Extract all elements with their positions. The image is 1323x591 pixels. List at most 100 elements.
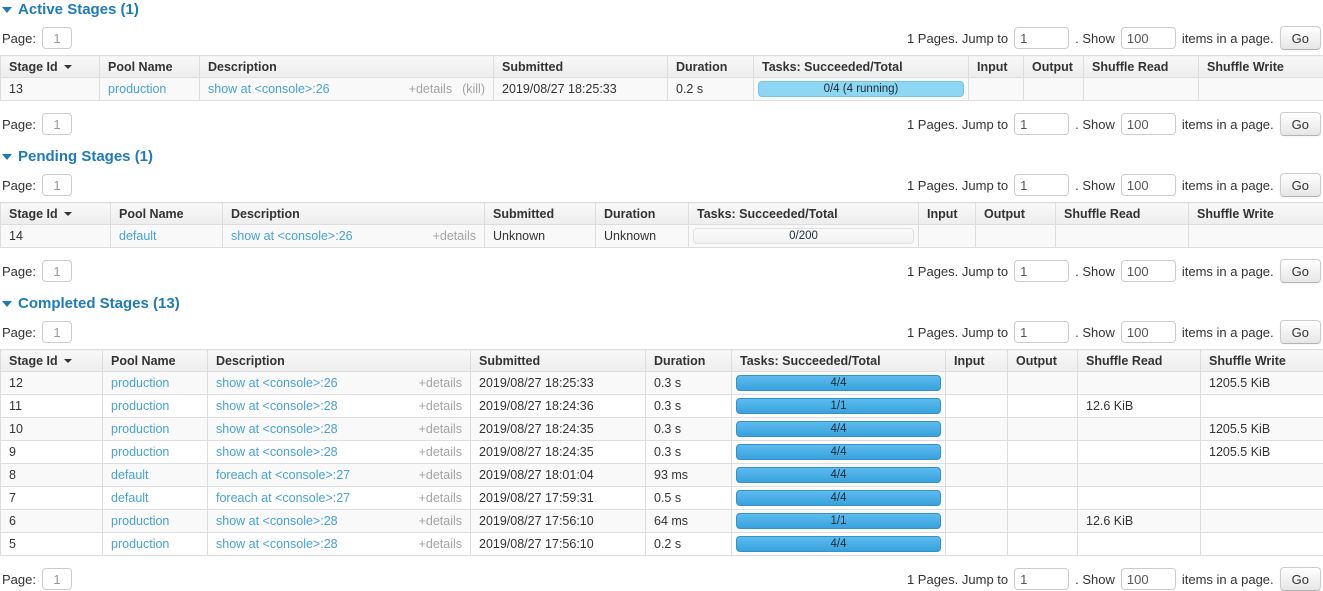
column-header-duration[interactable]: Duration bbox=[668, 56, 754, 78]
column-header-stage-id[interactable]: Stage Id bbox=[1, 203, 111, 225]
pool-name-link[interactable]: default bbox=[111, 468, 149, 482]
page-number-input[interactable] bbox=[42, 321, 72, 343]
page-number-input[interactable] bbox=[42, 174, 72, 196]
column-header-shuffle-read[interactable]: Shuffle Read bbox=[1056, 203, 1189, 225]
go-button[interactable]: Go bbox=[1280, 26, 1321, 50]
pool-name-link[interactable]: production bbox=[111, 399, 169, 413]
pool-name-link[interactable]: production bbox=[111, 537, 169, 551]
kill-link[interactable]: (kill) bbox=[462, 82, 485, 96]
column-header-shuffle-write[interactable]: Shuffle Write bbox=[1189, 203, 1323, 225]
go-button[interactable]: Go bbox=[1280, 173, 1321, 197]
pool-name-link[interactable]: default bbox=[119, 229, 157, 243]
items-per-page-input[interactable] bbox=[1121, 113, 1176, 135]
column-header-pool-name[interactable]: Pool Name bbox=[100, 56, 200, 78]
section-title-completed-stages[interactable]: Completed Stages (13) bbox=[2, 295, 1323, 312]
items-per-page-input[interactable] bbox=[1121, 260, 1176, 282]
column-header-pool-name[interactable]: Pool Name bbox=[103, 350, 208, 372]
items-per-page-input[interactable] bbox=[1121, 321, 1176, 343]
section-title-pending-stages[interactable]: Pending Stages (1) bbox=[2, 148, 1323, 165]
stage-description-link[interactable]: show at <console>:28 bbox=[216, 537, 409, 551]
column-header-shuffle-read[interactable]: Shuffle Read bbox=[1084, 56, 1199, 78]
details-toggle[interactable]: +details bbox=[419, 376, 462, 390]
items-per-page-input[interactable] bbox=[1121, 174, 1176, 196]
page-selector: Page: bbox=[2, 568, 72, 590]
column-header-stage-id[interactable]: Stage Id bbox=[1, 56, 100, 78]
page-number-input[interactable] bbox=[42, 27, 72, 49]
column-header-tasks[interactable]: Tasks: Succeeded/Total bbox=[754, 56, 969, 78]
column-header-shuffle-write[interactable]: Shuffle Write bbox=[1199, 56, 1323, 78]
stage-row: 10productionshow at <console>:28+details… bbox=[1, 418, 1323, 441]
cell-submitted: 2019/08/27 18:24:36 bbox=[471, 395, 646, 418]
stage-description-link[interactable]: show at <console>:26 bbox=[208, 82, 399, 96]
column-header-stage-id[interactable]: Stage Id bbox=[1, 350, 103, 372]
column-header-input[interactable]: Input bbox=[946, 350, 1008, 372]
cell-stage-id: 13 bbox=[1, 78, 100, 101]
jump-to-page-input[interactable] bbox=[1014, 113, 1069, 135]
details-toggle[interactable]: +details bbox=[433, 229, 476, 243]
jump-to-page-input[interactable] bbox=[1014, 568, 1069, 590]
jump-to-page-input[interactable] bbox=[1014, 321, 1069, 343]
column-header-shuffle-read[interactable]: Shuffle Read bbox=[1078, 350, 1201, 372]
stage-description-link[interactable]: show at <console>:28 bbox=[216, 422, 409, 436]
column-header-shuffle-write[interactable]: Shuffle Write bbox=[1201, 350, 1323, 372]
stage-description-link[interactable]: show at <console>:28 bbox=[216, 399, 409, 413]
column-header-submitted[interactable]: Submitted bbox=[494, 56, 668, 78]
column-header-description[interactable]: Description bbox=[208, 350, 471, 372]
items-per-page-input[interactable] bbox=[1121, 27, 1176, 49]
column-header-tasks[interactable]: Tasks: Succeeded/Total bbox=[732, 350, 946, 372]
stage-description-link[interactable]: foreach at <console>:27 bbox=[216, 491, 409, 505]
jump-to-page-input[interactable] bbox=[1014, 260, 1069, 282]
cell-submitted: Unknown bbox=[485, 225, 596, 248]
cell-submitted: 2019/08/27 18:01:04 bbox=[471, 464, 646, 487]
section-title-active-stages[interactable]: Active Stages (1) bbox=[2, 1, 1323, 18]
column-header-tasks[interactable]: Tasks: Succeeded/Total bbox=[689, 203, 919, 225]
column-header-input[interactable]: Input bbox=[919, 203, 976, 225]
pool-name-link[interactable]: production bbox=[111, 376, 169, 390]
column-header-output[interactable]: Output bbox=[976, 203, 1056, 225]
column-header-pool-name[interactable]: Pool Name bbox=[111, 203, 223, 225]
tasks-progress-bar: 4/4 bbox=[736, 444, 941, 460]
column-header-output[interactable]: Output bbox=[1008, 350, 1078, 372]
details-toggle[interactable]: +details bbox=[409, 82, 452, 96]
pool-name-link[interactable]: production bbox=[111, 445, 169, 459]
stage-description-link[interactable]: foreach at <console>:27 bbox=[216, 468, 409, 482]
column-header-description[interactable]: Description bbox=[223, 203, 485, 225]
details-toggle[interactable]: +details bbox=[419, 491, 462, 505]
cell-duration: 0.3 s bbox=[646, 372, 732, 395]
details-toggle[interactable]: +details bbox=[419, 422, 462, 436]
cell-duration: 0.5 s bbox=[646, 487, 732, 510]
stage-description-link[interactable]: show at <console>:28 bbox=[216, 445, 409, 459]
pool-name-link[interactable]: production bbox=[108, 82, 166, 96]
items-per-page-input[interactable] bbox=[1121, 568, 1176, 590]
column-label: Shuffle Read bbox=[1086, 354, 1162, 368]
go-button[interactable]: Go bbox=[1280, 259, 1321, 283]
stage-description-link[interactable]: show at <console>:28 bbox=[216, 514, 409, 528]
jump-to-page-input[interactable] bbox=[1014, 27, 1069, 49]
column-header-submitted[interactable]: Submitted bbox=[485, 203, 596, 225]
go-button[interactable]: Go bbox=[1280, 320, 1321, 344]
stage-description-link[interactable]: show at <console>:26 bbox=[216, 376, 409, 390]
details-toggle[interactable]: +details bbox=[419, 399, 462, 413]
cell-output bbox=[976, 225, 1056, 248]
page-number-input[interactable] bbox=[42, 113, 72, 135]
column-header-output[interactable]: Output bbox=[1024, 56, 1084, 78]
jump-to-page-input[interactable] bbox=[1014, 174, 1069, 196]
pool-name-link[interactable]: production bbox=[111, 514, 169, 528]
column-header-duration[interactable]: Duration bbox=[596, 203, 689, 225]
pool-name-link[interactable]: default bbox=[111, 491, 149, 505]
details-toggle[interactable]: +details bbox=[419, 537, 462, 551]
page-number-input[interactable] bbox=[42, 568, 72, 590]
details-toggle[interactable]: +details bbox=[419, 514, 462, 528]
details-toggle[interactable]: +details bbox=[419, 468, 462, 482]
column-header-description[interactable]: Description bbox=[200, 56, 494, 78]
stage-description-link[interactable]: show at <console>:26 bbox=[231, 229, 423, 243]
go-button[interactable]: Go bbox=[1280, 567, 1321, 591]
column-header-duration[interactable]: Duration bbox=[646, 350, 732, 372]
caret-down-icon bbox=[2, 7, 12, 13]
details-toggle[interactable]: +details bbox=[419, 445, 462, 459]
column-header-submitted[interactable]: Submitted bbox=[471, 350, 646, 372]
column-header-input[interactable]: Input bbox=[969, 56, 1024, 78]
pool-name-link[interactable]: production bbox=[111, 422, 169, 436]
page-number-input[interactable] bbox=[42, 260, 72, 282]
go-button[interactable]: Go bbox=[1280, 112, 1321, 136]
